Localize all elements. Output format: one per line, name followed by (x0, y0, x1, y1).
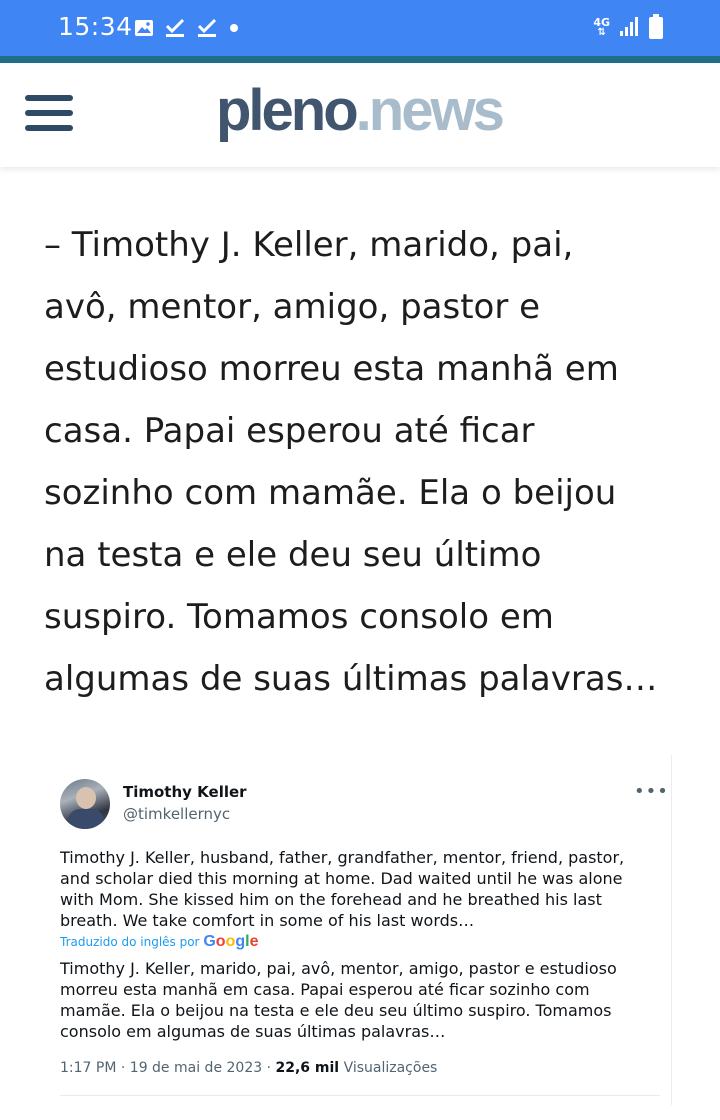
tweet-text-line: morreu esta manhã em casa. Papai esperou… (60, 980, 590, 999)
logo-part-pleno: pleno (216, 78, 359, 143)
quote-line: estudioso morreu esta manhã em (44, 349, 619, 389)
more-options-icon[interactable]: ••• (634, 781, 669, 802)
system-icons: 4G ⇅ (593, 14, 664, 40)
dot-icon (230, 24, 238, 32)
battery-icon (649, 14, 663, 39)
meta-separator: · (266, 1060, 272, 1076)
status-time: 15:34 (58, 12, 133, 41)
translated-label: Traduzido do inglês por (60, 935, 200, 949)
tweet-translated-text: Timothy J. Keller, marido, pai, avô, men… (60, 958, 660, 1042)
quote-line: suspiro. Tomamos consolo em (44, 597, 554, 637)
check-download-icon (165, 18, 185, 37)
tweet-text-line: Timothy J. Keller, husband, father, gran… (60, 848, 625, 867)
translation-attribution[interactable]: Traduzido do inglês por Google (60, 933, 258, 951)
network-type: 4G (593, 15, 610, 29)
quote-line: – Timothy J. Keller, marido, pai, (44, 225, 574, 265)
tweet-original-text: Timothy J. Keller, husband, father, gran… (60, 847, 660, 931)
tweet-text-line: Timothy J. Keller, marido, pai, avô, men… (60, 959, 617, 978)
tweet-text-line: consolo em algumas de suas últimas palav… (60, 1022, 446, 1041)
avatar[interactable] (60, 779, 110, 829)
tweet-author-name[interactable]: Timothy Keller (123, 783, 247, 801)
tweet-text-line: with Mom. She kissed him on the forehead… (60, 890, 602, 909)
signal-icon (620, 17, 638, 36)
logo-part-news: .news (355, 78, 505, 143)
tweet-time[interactable]: 1:17 PM (60, 1060, 116, 1076)
site-logo[interactable]: pleno.news (216, 78, 505, 143)
google-logo: Google (203, 933, 259, 950)
divider (60, 1095, 660, 1096)
quote-line: avô, mentor, amigo, pastor e (44, 287, 541, 327)
quote-line: algumas de suas últimas palavras… (44, 659, 658, 699)
views-count: 22,6 mil (275, 1060, 340, 1076)
4g-arrows-icon: 4G ⇅ (593, 15, 610, 38)
quote-line: casa. Papai esperou até ficar (44, 411, 535, 451)
status-bar: 15:34 4G ⇅ (0, 0, 720, 56)
tweet-author-handle[interactable]: @timkellernyc (123, 805, 230, 823)
header-accent-line (0, 56, 720, 63)
tweet-text-line: breath. We take comfort in some of his l… (60, 911, 475, 930)
tweet-date[interactable]: 19 de mai de 2023 (130, 1060, 262, 1076)
views-label: Visualizações (343, 1060, 438, 1076)
article-quote: – Timothy J. Keller, marido, pai, avô, m… (44, 214, 684, 710)
embedded-tweet[interactable]: Timothy Keller @timkellernyc ••• Timothy… (46, 755, 672, 1105)
quote-line: sozinho com mamãe. Ela o beijou (44, 473, 617, 513)
meta-separator: · (120, 1060, 126, 1076)
tweet-metadata: 1:17 PM · 19 de mai de 2023 · 22,6 mil V… (60, 1060, 437, 1076)
site-header: pleno.news (0, 63, 720, 167)
tweet-text-line: mamãe. Ela o beijou na testa e ele deu s… (60, 1001, 612, 1020)
notification-icons (134, 16, 240, 40)
image-icon (135, 20, 153, 36)
check-download-icon (197, 18, 217, 37)
hamburger-menu-icon[interactable] (25, 95, 73, 131)
quote-line: na testa e ele deu seu último (44, 535, 542, 575)
tweet-text-line: and scholar died this morning at home. D… (60, 869, 623, 888)
